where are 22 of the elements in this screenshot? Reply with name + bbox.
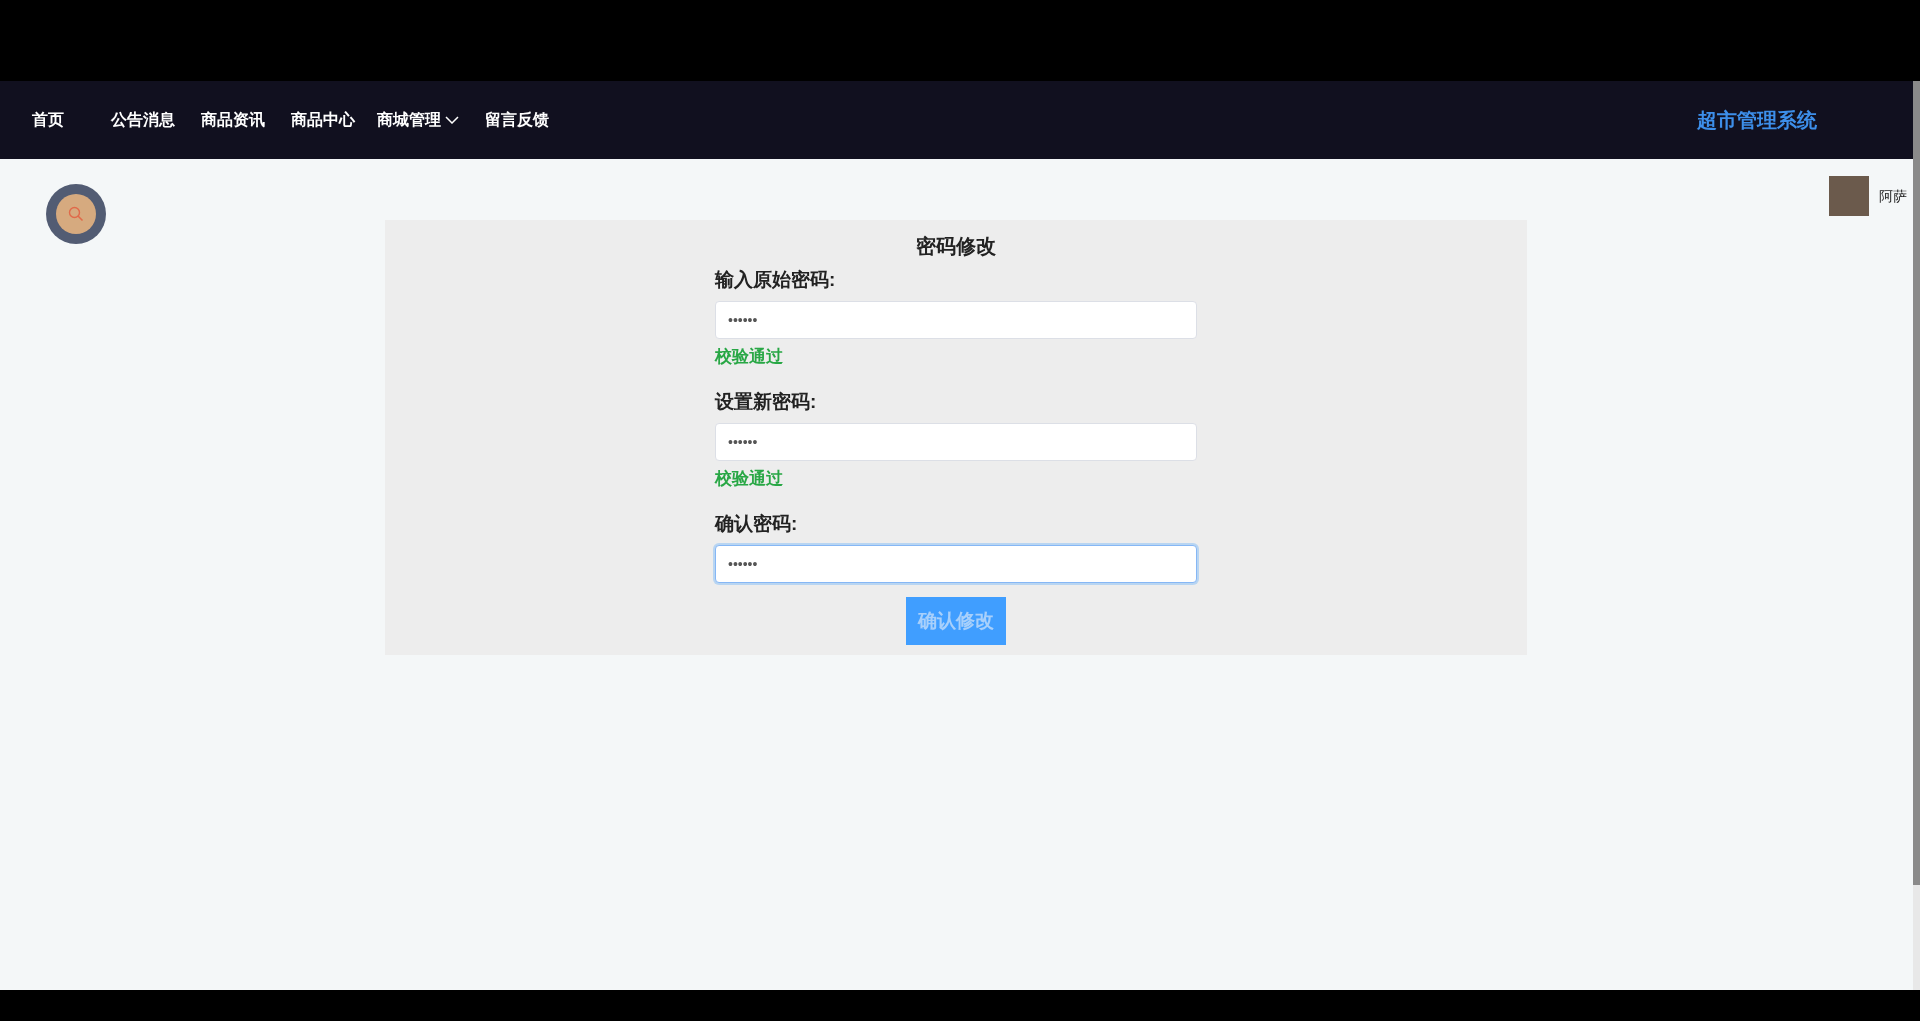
search-icon [68, 206, 84, 222]
field-label: 确认密码: [715, 512, 799, 536]
chevron-down-icon [445, 116, 459, 124]
validation-message: 校验通过 [715, 346, 784, 368]
search-button[interactable] [46, 184, 106, 244]
password-field[interactable]: •••••• [715, 301, 1197, 339]
nav-link[interactable]: 商品中心 [291, 108, 355, 132]
nav-link[interactable]: 留言反馈 [485, 108, 549, 132]
validation-message: 校验通过 [715, 468, 784, 490]
nav-menu-item[interactable]: 商城管理 [377, 108, 459, 132]
field-label: 设置新密码: [715, 390, 818, 414]
field-label: 输入原始密码: [715, 268, 837, 292]
password-field[interactable]: •••••• [715, 545, 1197, 583]
nav-link[interactable]: 公告消息 [111, 108, 175, 132]
nav-link[interactable]: 首页 [32, 108, 64, 132]
scrollbar-thumb[interactable] [1913, 81, 1920, 885]
user-name: 阿萨 [1879, 186, 1907, 206]
site-title: 超市管理系统 [1697, 108, 1817, 133]
avatar-photo-placeholder [1829, 176, 1869, 216]
form-title: 密码修改 [916, 234, 996, 259]
password-field[interactable]: •••••• [715, 423, 1197, 461]
nav-link[interactable]: 商品资讯 [201, 108, 265, 132]
